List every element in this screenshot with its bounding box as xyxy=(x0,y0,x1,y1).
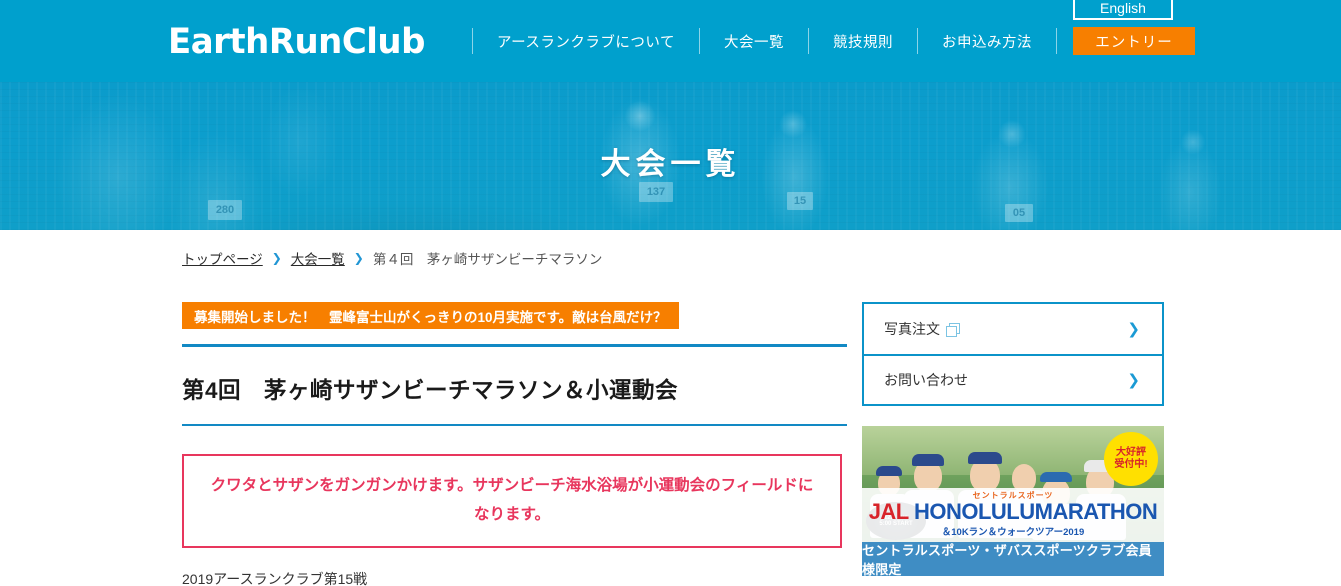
breadcrumb-separator-icon: ❯ xyxy=(353,251,364,265)
section-divider xyxy=(182,344,847,347)
sidebar-item-label: お問い合わせ xyxy=(884,372,968,388)
nav-divider xyxy=(916,28,918,54)
main-column: 募集開始しました！ 霊峰富士山がくっきりの10月実施です。敵は台風だけ？ 第4回… xyxy=(182,302,847,586)
nav-divider xyxy=(698,28,700,54)
promo-badge-line2: 受付中! xyxy=(1114,459,1148,470)
promo-banner-image: 大好評 受付中! 12.8 sun 5:00 START セントラルスポーツ J… xyxy=(862,426,1164,542)
main-navigation: アースランクラブについて 大会一覧 競技規則 お申込み方法 エントリー xyxy=(470,0,1195,82)
breadcrumb: トップページ ❯ 大会一覧 ❯ 第４回 茅ヶ崎サザンビーチマラソン xyxy=(182,248,602,268)
breadcrumb-item-race-list[interactable]: 大会一覧 xyxy=(291,248,345,268)
hero-banner: 137 15 280 05 大会一覧 xyxy=(0,82,1341,230)
notice-banner: 募集開始しました！ 霊峰富士山がくっきりの10月実施です。敵は台風だけ？ xyxy=(182,302,679,329)
sidebar-item-contact[interactable]: お問い合わせ ❯ xyxy=(864,354,1162,404)
breadcrumb-item-current: 第４回 茅ヶ崎サザンビーチマラソン xyxy=(372,252,603,267)
person-cap xyxy=(912,454,944,467)
promo-title: JAL HONOLULUMARATHON xyxy=(862,501,1164,523)
promo-badge-line1: 大好評 xyxy=(1116,446,1146,458)
page-title: 第4回 茅ヶ崎サザンビーチマラソン＆小運動会 xyxy=(182,378,679,403)
nav-item-how-to-apply[interactable]: お申込み方法 xyxy=(920,25,1054,58)
nav-item-race-list[interactable]: 大会一覧 xyxy=(702,25,806,58)
chevron-right-icon: ❯ xyxy=(1127,321,1140,338)
nav-divider xyxy=(1055,28,1057,54)
sidebar-item-photo-order[interactable]: 写真注文 ❯ xyxy=(864,304,1162,354)
site-header: English EarthRunClub アースランクラブについて 大会一覧 競… xyxy=(0,0,1341,82)
bib-number: 280 xyxy=(208,200,242,220)
breadcrumb-item-home[interactable]: トップページ xyxy=(182,248,263,268)
bib-number: 05 xyxy=(1005,204,1033,222)
promo-banner[interactable]: 大好評 受付中! 12.8 sun 5:00 START セントラルスポーツ J… xyxy=(862,426,1164,577)
nav-item-about[interactable]: アースランクラブについて xyxy=(475,25,697,58)
nav-divider xyxy=(807,28,809,54)
person-cap xyxy=(968,452,1002,465)
promo-title-honolulu: HONOLULUMARATHON xyxy=(913,499,1158,524)
external-link-icon xyxy=(946,322,960,337)
nav-item-rules[interactable]: 競技規則 xyxy=(811,25,915,58)
chevron-right-icon: ❯ xyxy=(1127,372,1140,389)
promo-subtitle: ＆10Kラン＆ウォークツアー2019 xyxy=(941,527,1085,538)
site-logo[interactable]: EarthRunClub xyxy=(168,22,425,62)
promo-title-block: セントラルスポーツ JAL HONOLULUMARATHON ＆10Kラン＆ウォ… xyxy=(862,488,1164,542)
promo-badge: 大好評 受付中! xyxy=(1104,432,1158,486)
breadcrumb-separator-icon: ❯ xyxy=(271,251,282,265)
sidebar-link-box: 写真注文 ❯ お問い合わせ ❯ xyxy=(862,302,1164,406)
section-divider xyxy=(182,424,847,426)
nav-divider xyxy=(472,28,473,54)
sidebar-item-label: 写真注文 xyxy=(884,321,940,337)
person-cap xyxy=(1040,472,1072,483)
promo-member-strip: セントラルスポーツ・ザバススポーツクラブ会員様限定 xyxy=(862,542,1164,577)
person-cap xyxy=(876,466,902,477)
entry-button[interactable]: エントリー xyxy=(1072,27,1195,55)
sidebar: 写真注文 ❯ お問い合わせ ❯ 大好評 受付中! セントラルスポーツ JAL H… xyxy=(862,302,1164,577)
hero-title: 大会一覧 xyxy=(600,148,741,181)
alert-box: クワタとサザンをガンガンかけます。サザンビーチ海水浴場が小運動会のフィールドにな… xyxy=(182,454,842,548)
race-series-label: 2019アースランクラブ第15戦 xyxy=(182,571,368,586)
bib-number: 15 xyxy=(787,192,813,210)
page-content: トップページ ❯ 大会一覧 ❯ 第４回 茅ヶ崎サザンビーチマラソン 募集開始しま… xyxy=(0,230,1341,586)
alert-text: クワタとサザンをガンガンかけます。サザンビーチ海水浴場が小運動会のフィールドにな… xyxy=(210,477,814,523)
promo-title-jal: JAL xyxy=(868,499,914,524)
bib-number: 137 xyxy=(639,182,673,202)
